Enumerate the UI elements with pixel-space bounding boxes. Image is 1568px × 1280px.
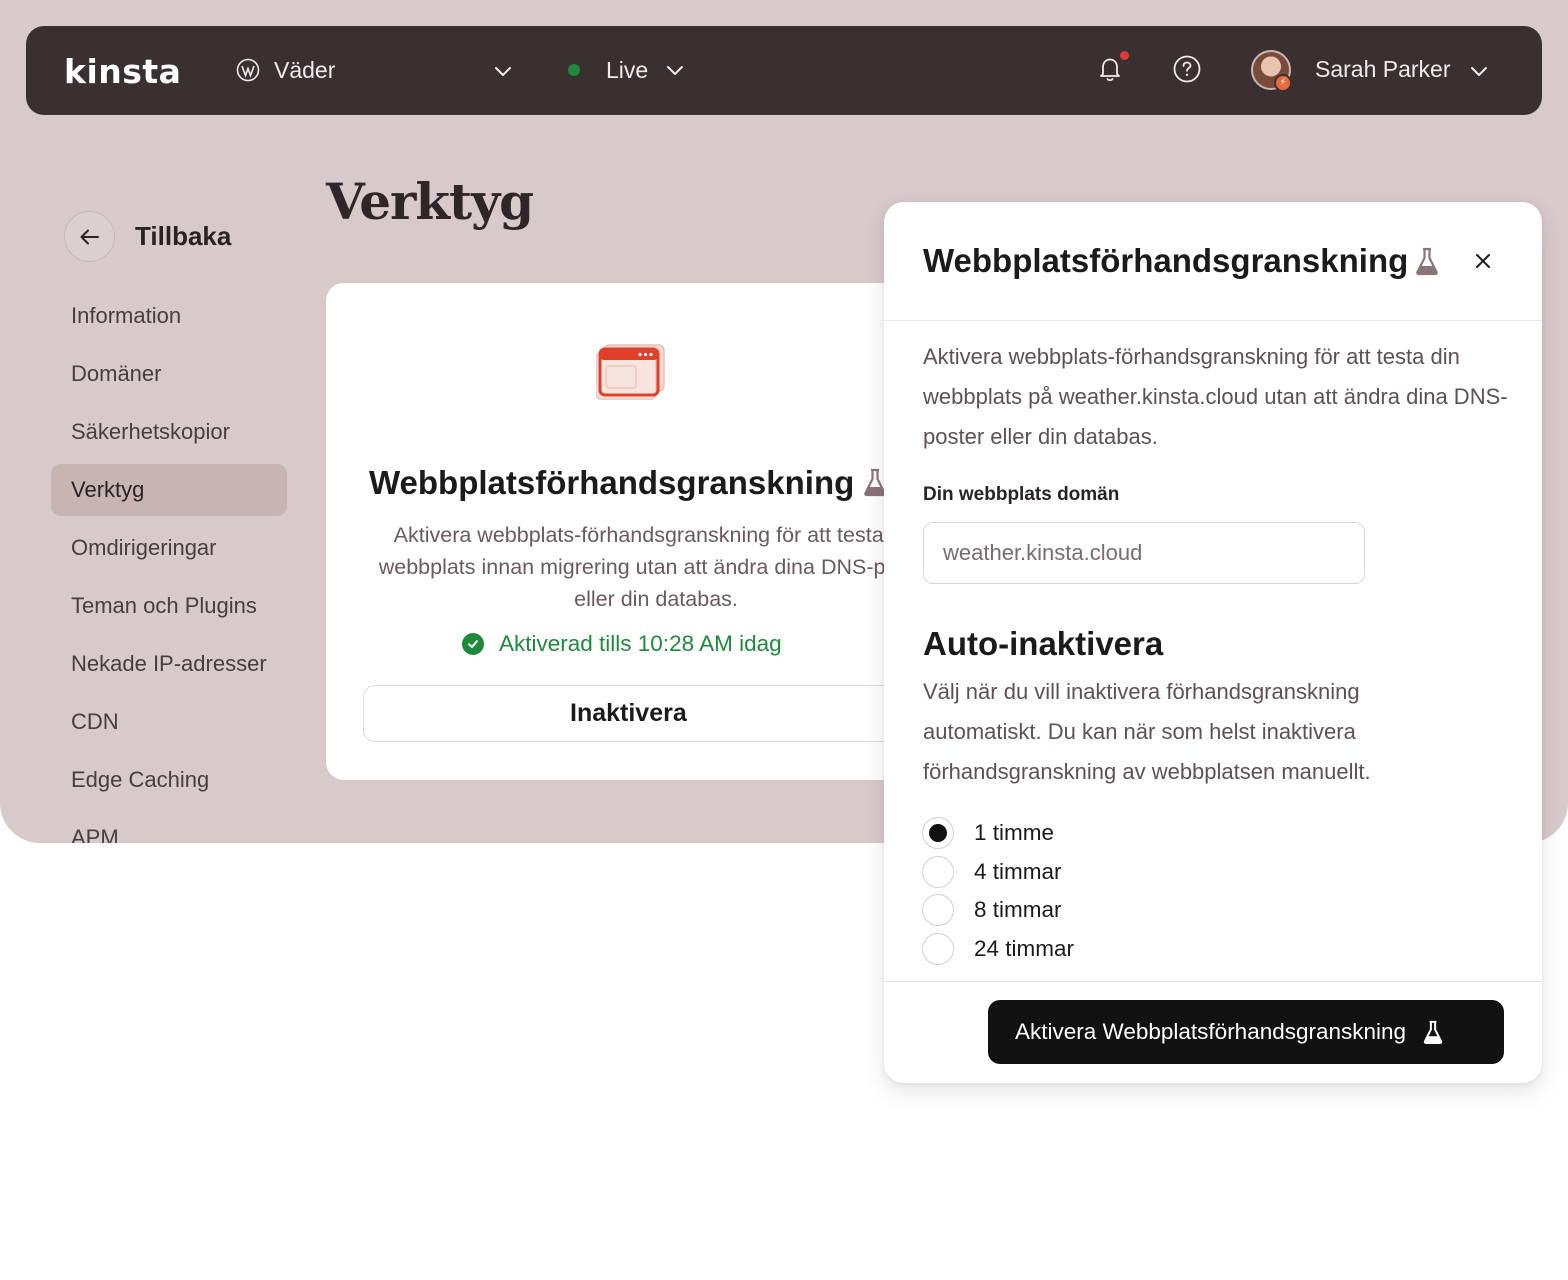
radio-label[interactable]: 24 timmar	[974, 936, 1074, 962]
status-text: Aktiverad tills 10:28 AM idag	[499, 631, 782, 656]
auto-disable-description: Välj när du vill inaktivera förhandsgran…	[923, 679, 1371, 784]
page-title: Verktyg	[326, 172, 534, 231]
radio-label[interactable]: 8 timmar	[974, 897, 1062, 923]
modal-title: Webbplatsförhandsgranskning	[923, 242, 1409, 279]
radio-option-8h[interactable]: 8 timmar	[922, 891, 1074, 930]
flask-icon	[1423, 1020, 1443, 1045]
sidebar-item-ip-deny[interactable]: Nekade IP-adresser	[51, 638, 287, 690]
sidebar-item-edge-caching[interactable]: Edge Caching	[51, 754, 287, 806]
live-status-dot	[568, 64, 580, 76]
user-name[interactable]: Sarah Parker	[1315, 56, 1451, 83]
help-icon[interactable]	[1172, 54, 1202, 84]
domain-field-label: Din webbplats domän	[923, 484, 1120, 505]
environment-name: Live	[606, 56, 649, 83]
check-circle-icon	[462, 633, 484, 655]
sidebar-item-redirects[interactable]: Omdirigeringar	[51, 522, 287, 574]
site-selector[interactable]: Väder	[236, 48, 516, 92]
radio-option-1h[interactable]: 1 timme	[922, 814, 1074, 853]
site-preview-modal: Webbplatsförhandsgranskning Aktivera web…	[884, 202, 1542, 1083]
sidebar-nav: Information Domäner Säkerhetskopior Verk…	[51, 290, 287, 843]
sidebar-item-domains[interactable]: Domäner	[51, 348, 287, 400]
sidebar-item-cdn[interactable]: CDN	[51, 696, 287, 748]
chevron-down-icon[interactable]	[1468, 60, 1490, 82]
auto-disable-title: Auto-inaktivera	[923, 625, 1164, 662]
close-icon	[1476, 254, 1490, 268]
radio-button[interactable]	[922, 894, 954, 927]
auto-disable-options: 1 timme 4 timmar 8 timmar 24 timmar	[922, 814, 1074, 968]
activate-button-label: Aktivera Webbplatsförhandsgranskning	[1015, 1019, 1407, 1044]
radio-option-4h[interactable]: 4 timmar	[922, 853, 1074, 892]
environment-selector[interactable]: Live	[568, 48, 686, 92]
domain-input[interactable]	[923, 522, 1365, 584]
flask-icon	[1416, 247, 1438, 276]
modal-description: Aktivera webbplats-förhandsgranskning fö…	[923, 344, 1508, 449]
close-button[interactable]	[1470, 248, 1496, 274]
chevron-down-icon	[667, 66, 684, 75]
radio-button[interactable]	[922, 855, 954, 888]
notification-dot	[1120, 51, 1129, 60]
card-title: Webbplatsförhandsgranskning	[369, 464, 855, 501]
site-preview-card: Webbplatsförhandsgranskning Aktivera web…	[326, 283, 926, 780]
radio-button[interactable]	[922, 932, 954, 965]
card-description: Aktivera webbplats-förhandsgranskning fö…	[378, 523, 926, 611]
sidebar-item-themes-plugins[interactable]: Teman och Plugins	[51, 580, 287, 632]
lightning-badge-icon: ⚡	[1274, 74, 1292, 92]
radio-label[interactable]: 4 timmar	[974, 859, 1062, 885]
activate-preview-button[interactable]: Aktivera Webbplatsförhandsgranskning	[988, 1000, 1504, 1064]
top-navigation-bar: kinsta Väder Live ⚡ Sarah Parker	[26, 26, 1542, 115]
modal-footer: Aktivera Webbplatsförhandsgranskning	[884, 981, 1542, 1083]
sidebar-item-information[interactable]: Information	[51, 290, 287, 342]
deactivate-button[interactable]: Inaktivera	[363, 685, 926, 742]
site-name: Väder	[274, 56, 336, 83]
back-button[interactable]	[64, 211, 115, 262]
status-badge: Aktiverad tills 10:28 AM idag	[462, 631, 782, 657]
bell-icon[interactable]	[1096, 54, 1124, 84]
back-label[interactable]: Tillbaka	[135, 221, 231, 252]
wordpress-icon	[236, 58, 260, 82]
arrow-left-icon	[80, 229, 99, 244]
browser-windows-icon	[596, 344, 665, 400]
radio-option-24h[interactable]: 24 timmar	[922, 930, 1074, 969]
chevron-down-icon	[495, 67, 511, 76]
sidebar-item-tools[interactable]: Verktyg	[51, 464, 287, 516]
sidebar-item-apm[interactable]: APM	[51, 812, 287, 843]
modal-header: Webbplatsförhandsgranskning	[884, 202, 1542, 321]
radio-button[interactable]	[922, 817, 954, 850]
radio-label[interactable]: 1 timme	[974, 820, 1054, 846]
sidebar-item-backups[interactable]: Säkerhetskopior	[51, 406, 287, 458]
kinsta-logo[interactable]: kinsta	[64, 52, 181, 91]
